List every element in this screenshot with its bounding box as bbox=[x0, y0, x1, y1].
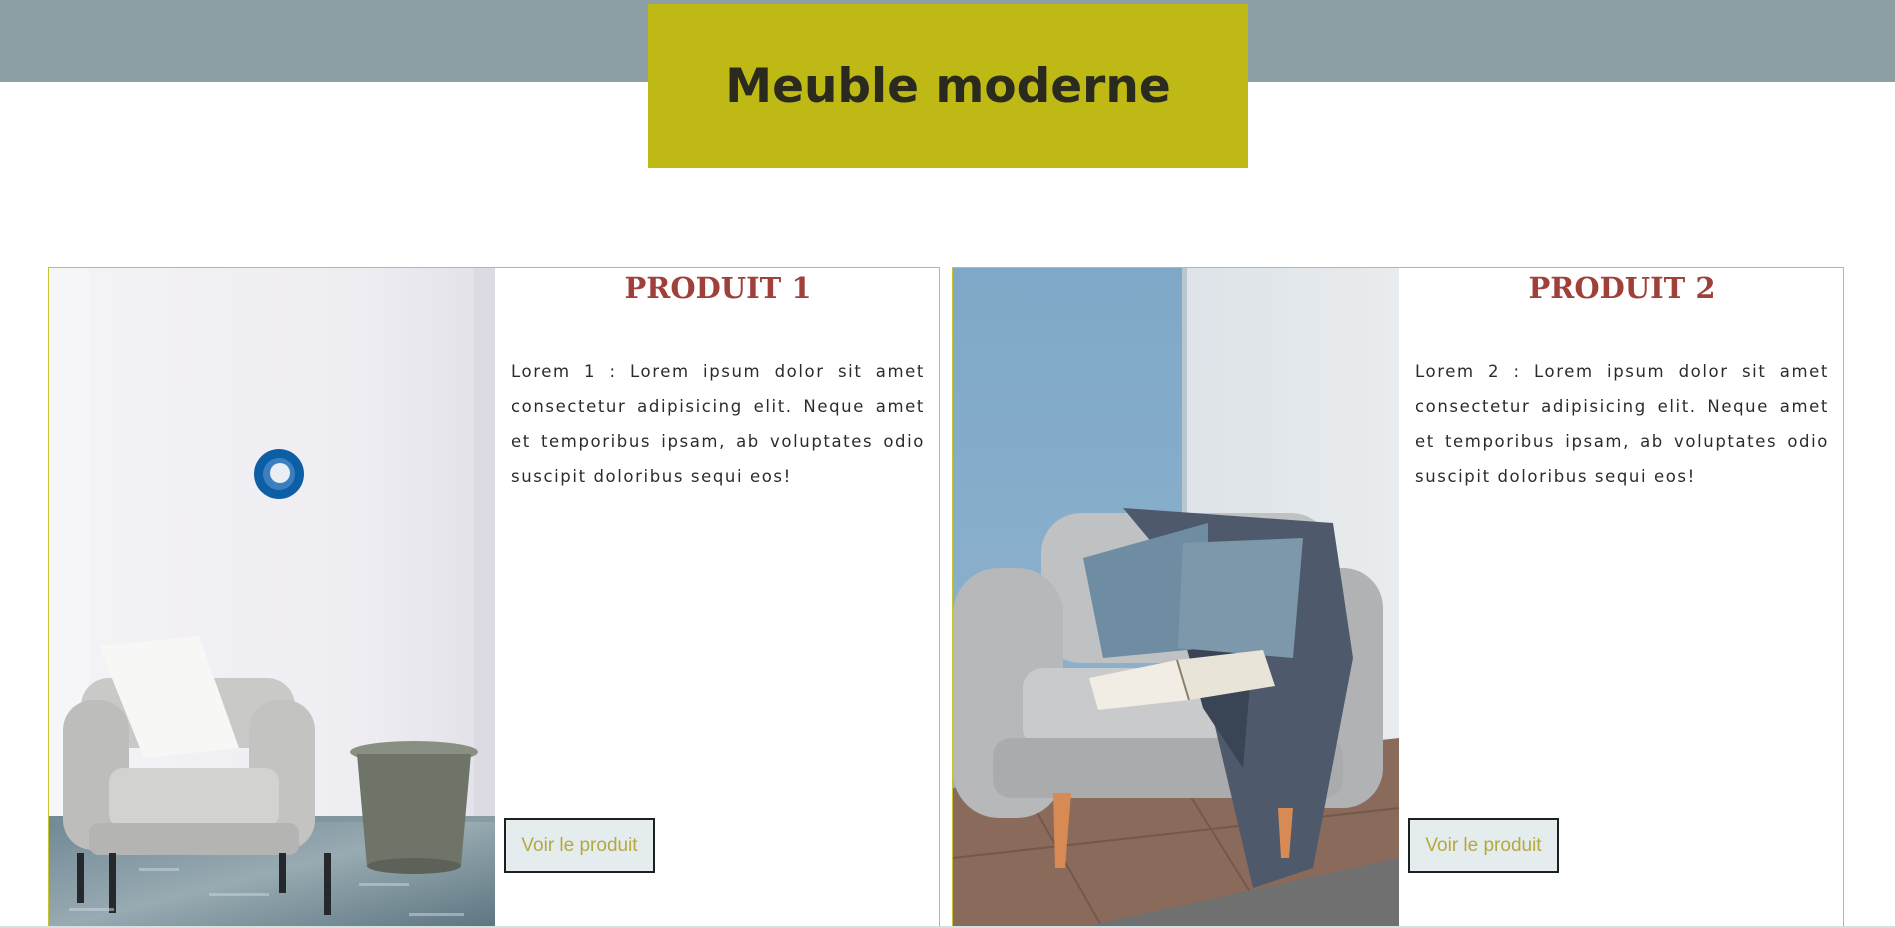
view-product-button[interactable]: Voir le produit bbox=[1408, 818, 1559, 873]
title-banner: Meuble moderne bbox=[648, 4, 1248, 168]
product-title: PRODUIT 1 bbox=[624, 271, 812, 305]
view-product-button[interactable]: Voir le produit bbox=[504, 818, 655, 873]
product-image-1 bbox=[49, 268, 495, 928]
product-title: PRODUIT 2 bbox=[1528, 271, 1716, 305]
product-card-2: PRODUIT 2 Lorem 2 : Lorem ipsum dolor si… bbox=[952, 267, 1844, 928]
product-image-2 bbox=[953, 268, 1399, 928]
product-card-1: PRODUIT 1 Lorem 1 : Lorem ipsum dolor si… bbox=[48, 267, 940, 928]
page-title: Meuble moderne bbox=[725, 58, 1171, 114]
product-body-1: PRODUIT 1 Lorem 1 : Lorem ipsum dolor si… bbox=[495, 268, 939, 928]
product-description: Lorem 1 : Lorem ipsum dolor sit amet con… bbox=[511, 362, 925, 486]
product-body-2: PRODUIT 2 Lorem 2 : Lorem ipsum dolor si… bbox=[1399, 268, 1843, 928]
product-description: Lorem 2 : Lorem ipsum dolor sit amet con… bbox=[1415, 362, 1829, 486]
